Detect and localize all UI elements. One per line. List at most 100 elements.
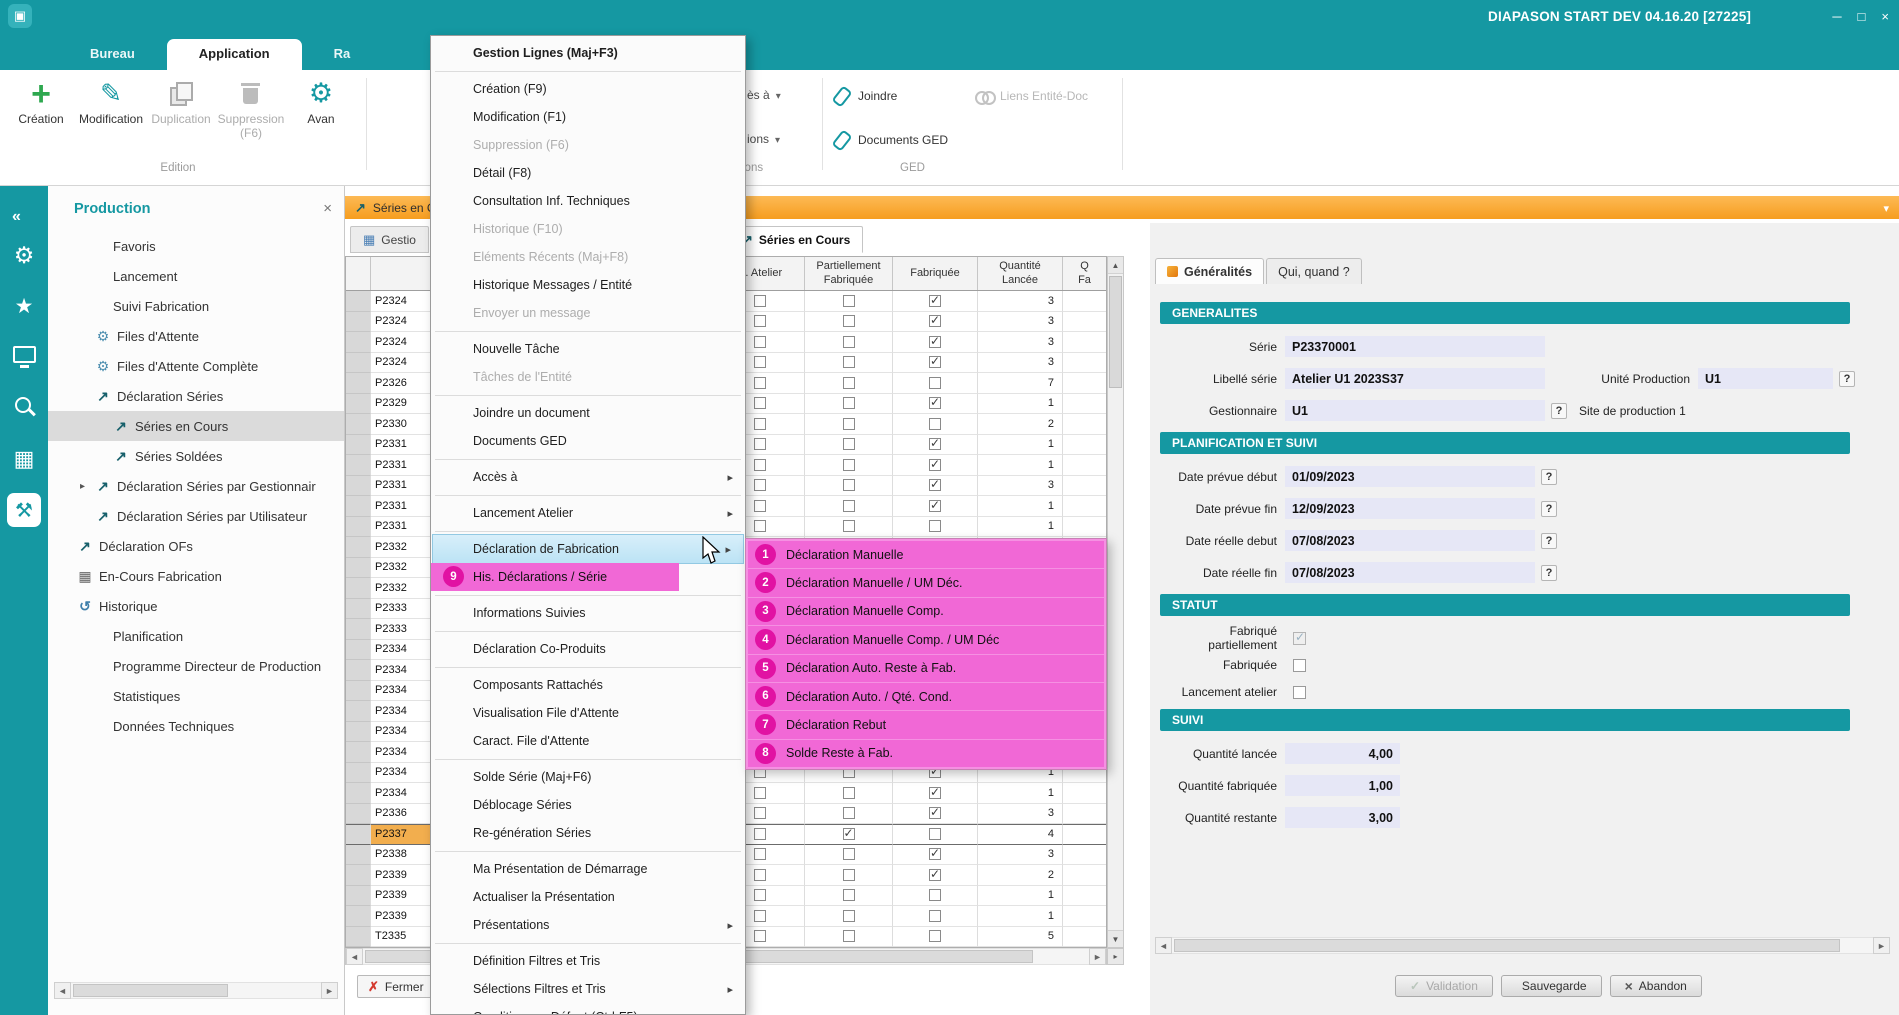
scroll-thumb[interactable]	[1174, 939, 1840, 952]
checkbox-atelier[interactable]	[754, 397, 766, 409]
menu-item[interactable]: Nouvelle Tâche	[431, 335, 745, 363]
panel-tab[interactable]: Qui, quand ?	[1266, 258, 1362, 284]
help-button[interactable]	[1541, 565, 1557, 581]
row-selector[interactable]	[346, 414, 371, 435]
menu-item[interactable]: Présentations	[431, 911, 745, 939]
checkbox-atelier[interactable]	[754, 889, 766, 901]
checkbox-partiellement[interactable]	[843, 377, 855, 389]
covered-dropdown-actions[interactable]: ions	[747, 132, 780, 146]
checkbox-atelier[interactable]	[754, 418, 766, 430]
row-selector[interactable]	[346, 865, 371, 886]
sidebar-item[interactable]: ▸ Historique	[48, 591, 344, 621]
checkbox-atelier[interactable]	[754, 787, 766, 799]
module-icon[interactable]	[7, 340, 41, 374]
sidebar-item[interactable]: ▸ Favoris	[48, 231, 344, 261]
menu-item[interactable]: Actualiser la Présentation	[431, 883, 745, 911]
sidebar-close-icon[interactable]: ×	[323, 200, 332, 217]
row-selector[interactable]	[346, 455, 371, 476]
checkbox-atelier[interactable]	[754, 438, 766, 450]
submenu-item[interactable]: 7 Déclaration Rebut	[748, 711, 1104, 738]
checkbox-partiellement[interactable]	[843, 438, 855, 450]
checkbox-fabriquee[interactable]	[929, 356, 941, 368]
checkbox-partiellement[interactable]	[843, 397, 855, 409]
checkbox-partiellement[interactable]	[843, 336, 855, 348]
row-selector[interactable]	[346, 681, 371, 702]
checkbox-atelier[interactable]	[754, 479, 766, 491]
help-button[interactable]	[1541, 501, 1557, 517]
row-selector[interactable]	[346, 763, 371, 784]
ribbon-button[interactable]: Modification	[78, 76, 144, 141]
checkbox-fabriquee[interactable]	[929, 828, 941, 840]
help-button[interactable]	[1541, 469, 1557, 485]
panel-button[interactable]: Validation	[1395, 975, 1493, 997]
sidebar-item[interactable]: ▸ Suivi Fabrication	[48, 291, 344, 321]
submenu-item[interactable]: 2 Déclaration Manuelle / UM Déc.	[748, 569, 1104, 596]
scroll-thumb[interactable]	[73, 984, 228, 997]
status-checkbox[interactable]	[1293, 632, 1306, 645]
header-fabriquee[interactable]: Fabriquée	[893, 257, 978, 290]
checkbox-fabriquee[interactable]	[929, 459, 941, 471]
checkbox-partiellement[interactable]	[843, 520, 855, 532]
checkbox-fabriquee[interactable]	[929, 295, 941, 307]
row-selector[interactable]	[346, 496, 371, 517]
checkbox-fabriquee[interactable]	[929, 336, 941, 348]
checkbox-partiellement[interactable]	[843, 479, 855, 491]
panel-hscrollbar[interactable]: ◄ ►	[1155, 938, 1890, 953]
checkbox-atelier[interactable]	[754, 315, 766, 327]
checkbox-fabriquee[interactable]	[929, 848, 941, 860]
checkbox-fabriquee[interactable]	[929, 377, 941, 389]
module-icon[interactable]	[7, 442, 41, 476]
menu-item[interactable]: Déclaration de Fabrication	[433, 535, 743, 563]
row-selector[interactable]	[346, 332, 371, 353]
row-selector[interactable]	[346, 804, 371, 825]
menu-item[interactable]: Historique (F10)	[431, 215, 745, 243]
ribbon-button[interactable]: Suppression (F6)	[218, 76, 284, 141]
menu-item[interactable]: Condition par Défaut (Ctrl-F5)	[431, 1003, 745, 1015]
sidebar-collapse-button[interactable]: «	[12, 208, 21, 226]
checkbox-atelier[interactable]	[754, 377, 766, 389]
sidebar-item[interactable]: ▸ Déclaration Séries par Gestionnair	[48, 471, 344, 501]
submenu-item[interactable]: 3 Déclaration Manuelle Comp.	[748, 598, 1104, 625]
maximize-button[interactable]: □	[1858, 9, 1866, 24]
checkbox-atelier[interactable]	[754, 869, 766, 881]
ribbon-button[interactable]: Duplication	[148, 76, 214, 141]
checkbox-partiellement[interactable]	[843, 315, 855, 327]
sidebar-item[interactable]: ▸ Programme Directeur de Production	[48, 651, 344, 681]
row-selector[interactable]	[346, 476, 371, 497]
checkbox-fabriquee[interactable]	[929, 438, 941, 450]
header-quantite-lancee[interactable]: Quantité Lancée	[978, 257, 1063, 290]
scroll-thumb[interactable]	[1109, 276, 1122, 388]
ribbon-tab[interactable]: Application	[167, 39, 302, 70]
submenu-item[interactable]: 6 Déclaration Auto. / Qté. Cond.	[748, 683, 1104, 710]
menu-item[interactable]: Ma Présentation de Démarrage	[431, 855, 745, 883]
checkbox-atelier[interactable]	[754, 500, 766, 512]
checkbox-fabriquee[interactable]	[929, 869, 941, 881]
tab-series-en-cours[interactable]: Séries en Cours	[729, 226, 863, 253]
panel-button[interactable]: Sauvegarde	[1501, 975, 1602, 997]
date-input[interactable]: 01/09/2023	[1285, 466, 1535, 487]
checkbox-atelier[interactable]	[754, 828, 766, 840]
menu-item[interactable]: Sélections Filtres et Tris	[431, 975, 745, 1003]
row-selector[interactable]	[346, 742, 371, 763]
row-selector[interactable]	[346, 701, 371, 722]
covered-dropdown-acces[interactable]: ès à	[747, 88, 781, 102]
sidebar-item[interactable]: ▸ Séries Soldées	[48, 441, 344, 471]
checkbox-partiellement[interactable]	[843, 500, 855, 512]
checkbox-partiellement[interactable]	[843, 295, 855, 307]
menu-item[interactable]: Consultation Inf. Techniques	[431, 187, 745, 215]
sidebar-item[interactable]: ▸ Planification	[48, 621, 344, 651]
checkbox-atelier[interactable]	[754, 848, 766, 860]
row-selector[interactable]	[346, 640, 371, 661]
sidebar-hscrollbar[interactable]: ◄ ►	[54, 982, 338, 999]
sidebar-item[interactable]: ▸ Lancement	[48, 261, 344, 291]
menu-item[interactable]: Gestion Lignes (Maj+F3)	[431, 39, 745, 67]
sidebar-item[interactable]: ▸ Séries en Cours	[48, 411, 344, 441]
document-menu-caret-icon[interactable]	[1883, 201, 1889, 215]
row-selector[interactable]	[346, 558, 371, 579]
module-icon[interactable]	[7, 238, 41, 272]
row-selector[interactable]	[346, 435, 371, 456]
menu-item[interactable]: Accès à	[431, 463, 745, 491]
ribbon-tab[interactable]: Bureau	[58, 39, 167, 70]
checkbox-atelier[interactable]	[754, 520, 766, 532]
header-partiellement-fabriquee[interactable]: Partiellement Fabriquée	[805, 257, 893, 290]
